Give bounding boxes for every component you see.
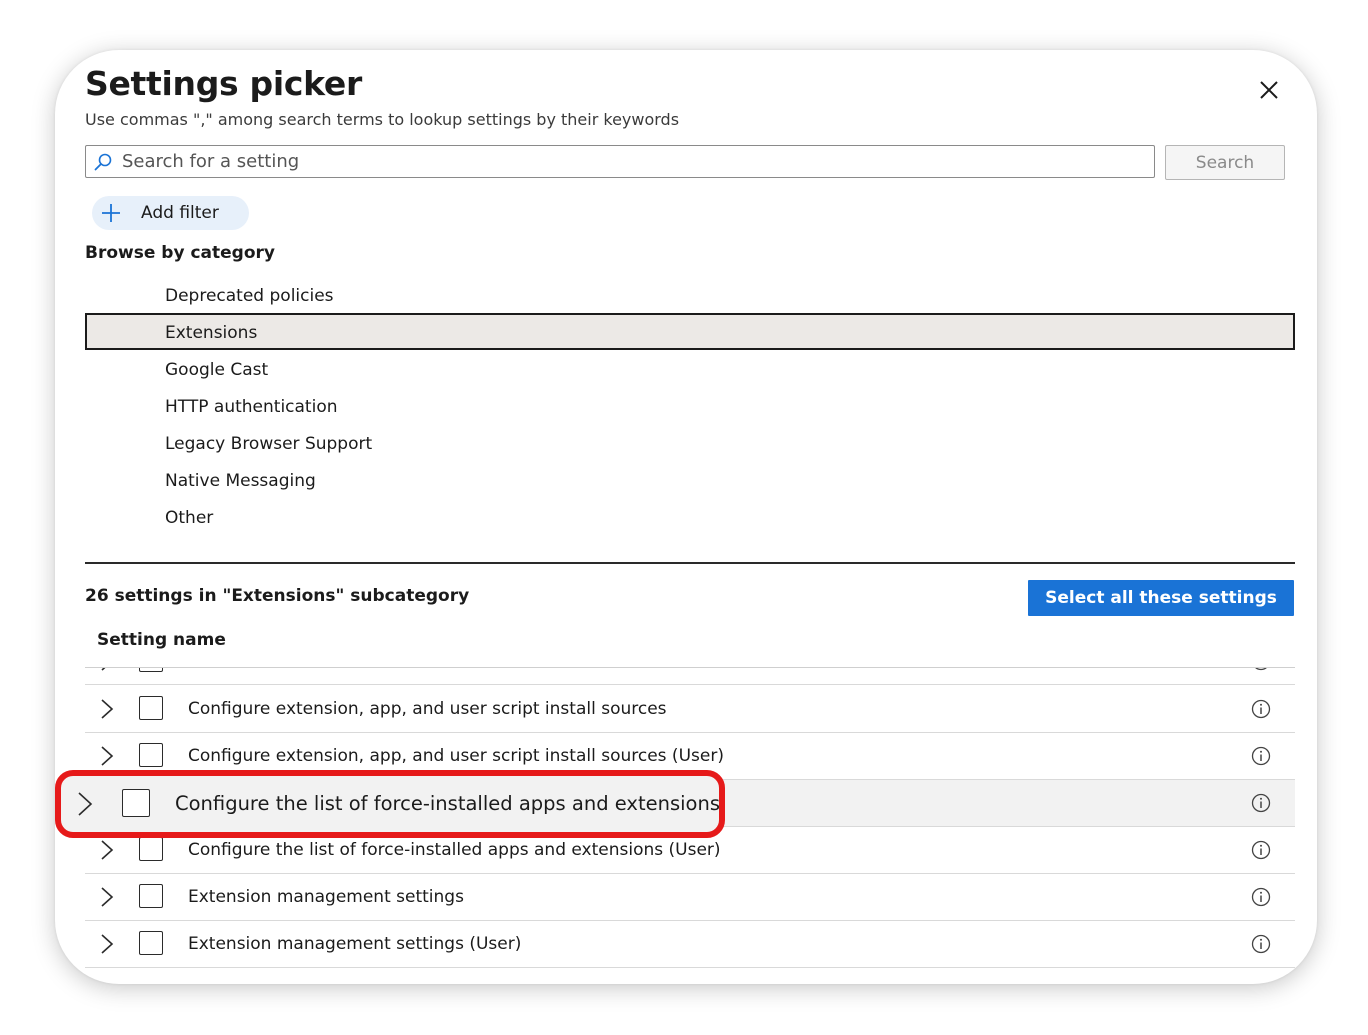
chevron-right-icon[interactable] (99, 698, 115, 720)
row-checkbox[interactable] (139, 884, 163, 908)
table-row[interactable]: Extension management settings (User) (85, 921, 1295, 968)
row-checkbox[interactable] (139, 696, 163, 720)
chevron-right-icon[interactable] (99, 839, 115, 861)
row-checkbox[interactable] (139, 743, 163, 767)
search-icon (94, 153, 112, 171)
chevron-right-icon[interactable] (99, 886, 115, 908)
section-divider (85, 562, 1295, 564)
setting-name: Configure extension, app, and user scrip… (188, 699, 667, 719)
table-row[interactable]: Configure extension, app, and user scrip… (85, 686, 1295, 733)
category-item-deprecated-policies[interactable]: Deprecated policies (85, 276, 1295, 313)
browse-category-heading: Browse by category (85, 243, 275, 263)
select-all-button[interactable]: Select all these settings (1028, 580, 1294, 616)
setting-name: Extension management settings (User) (188, 934, 522, 954)
chevron-right-icon[interactable] (99, 933, 115, 955)
setting-name: Configure the list of force-installed ap… (175, 792, 720, 815)
category-item-google-cast[interactable]: Google Cast (85, 350, 1295, 387)
info-icon[interactable] (1251, 699, 1271, 719)
info-icon[interactable] (1251, 746, 1271, 766)
setting-name: Extension management settings (188, 887, 464, 907)
search-button[interactable]: Search (1165, 145, 1285, 180)
row-checkbox[interactable] (139, 931, 163, 955)
info-icon[interactable] (1251, 793, 1271, 813)
category-item-native-messaging[interactable]: Native Messaging (85, 461, 1295, 498)
highlight-callout[interactable]: Configure the list of force-installed ap… (55, 770, 725, 838)
column-header-setting-name[interactable]: Setting name (97, 630, 226, 650)
chevron-right-icon[interactable] (76, 791, 94, 817)
table-row[interactable]: Extension management settings (85, 874, 1295, 921)
settings-count: 26 settings in "Extensions" subcategory (85, 586, 470, 606)
row-checkbox[interactable] (139, 837, 163, 861)
category-item-legacy-browser-support[interactable]: Legacy Browser Support (85, 424, 1295, 461)
chevron-right-icon[interactable] (99, 668, 115, 672)
info-icon[interactable] (1251, 934, 1271, 954)
category-item-other[interactable]: Other (85, 498, 1295, 535)
row-checkbox[interactable] (139, 668, 163, 672)
info-icon[interactable] (1251, 887, 1271, 907)
add-filter-button[interactable]: Add filter (92, 196, 249, 230)
info-icon[interactable] (1251, 840, 1271, 860)
plus-icon (102, 204, 120, 222)
search-input[interactable] (122, 146, 1142, 177)
info-icon[interactable] (1251, 668, 1271, 671)
row-checkbox[interactable] (122, 789, 150, 817)
chevron-right-icon[interactable] (99, 745, 115, 767)
settings-picker-dialog: Settings picker Use commas "," among sea… (55, 50, 1317, 984)
category-item-extensions[interactable]: Extensions (85, 313, 1295, 350)
dialog-title: Settings picker (85, 64, 362, 103)
close-icon (1260, 81, 1278, 99)
add-filter-label: Add filter (141, 203, 219, 223)
dialog-subtitle: Use commas "," among search terms to loo… (85, 110, 680, 129)
search-field[interactable] (85, 145, 1155, 178)
close-button[interactable] (1251, 72, 1287, 108)
category-list: Deprecated policies Extensions Google Ca… (85, 276, 1295, 535)
table-row-partial[interactable] (85, 668, 1295, 685)
category-item-http-authentication[interactable]: HTTP authentication (85, 387, 1295, 424)
